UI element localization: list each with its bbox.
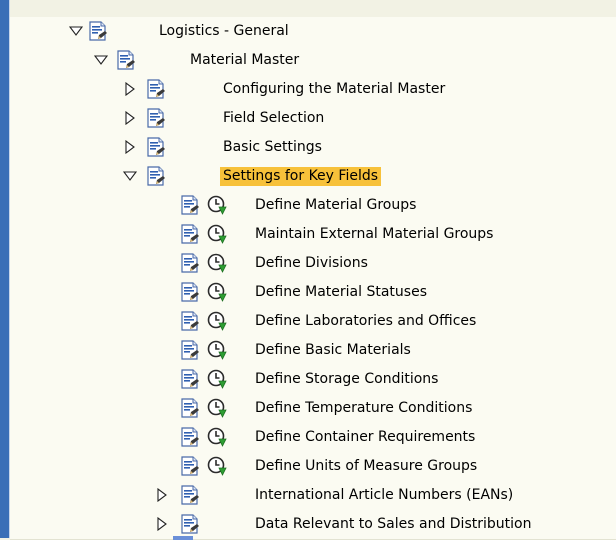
tree-node[interactable]: Define Temperature Conditions — [10, 394, 616, 423]
tree-node-label[interactable]: Field Selection — [223, 109, 324, 128]
documentation-icon[interactable] — [180, 426, 200, 448]
tree-node-label[interactable]: International Article Numbers (EANs) — [255, 486, 513, 505]
tree-node-label[interactable]: Data Relevant to Sales and Distribution — [255, 515, 531, 534]
execute-activity-icon[interactable] — [206, 252, 228, 274]
activity-label[interactable]: Define Divisions — [255, 254, 368, 273]
documentation-icon[interactable] — [146, 78, 166, 100]
tree-node[interactable]: Define Divisions — [10, 249, 616, 278]
expand-triangle-icon[interactable] — [123, 81, 137, 97]
documentation-icon[interactable] — [180, 281, 200, 303]
tree-node[interactable]: Define Units of Measure Groups — [10, 452, 616, 481]
tree-node[interactable]: Basic Settings — [10, 133, 616, 162]
activity-label[interactable]: Define Units of Measure Groups — [255, 457, 477, 476]
document-icon-partial — [173, 536, 193, 540]
tree-node[interactable]: Material Master — [10, 46, 616, 75]
documentation-icon[interactable] — [116, 49, 136, 71]
documentation-icon[interactable] — [180, 223, 200, 245]
activity-label[interactable]: Define Temperature Conditions — [255, 399, 472, 418]
execute-activity-icon[interactable] — [206, 397, 228, 419]
execute-activity-icon[interactable] — [206, 310, 228, 332]
tree-node[interactable]: Maintain External Material Groups — [10, 220, 616, 249]
tree-node[interactable]: Settings for Key Fields — [10, 162, 616, 191]
tree-node[interactable]: International Article Numbers (EANs) — [10, 481, 616, 510]
tree-node[interactable]: Configuring the Material Master — [10, 75, 616, 104]
execute-activity-icon[interactable] — [206, 223, 228, 245]
activity-label[interactable]: Maintain External Material Groups — [255, 225, 493, 244]
activity-label[interactable]: Define Material Statuses — [255, 283, 427, 302]
documentation-icon[interactable] — [180, 368, 200, 390]
activity-label[interactable]: Define Basic Materials — [255, 341, 411, 360]
documentation-icon[interactable] — [180, 397, 200, 419]
tree-node[interactable]: Define Material Statuses — [10, 278, 616, 307]
activity-label[interactable]: Define Laboratories and Offices — [255, 312, 476, 331]
tree-node-label[interactable]: Settings for Key Fields — [220, 167, 382, 186]
documentation-icon[interactable] — [146, 165, 166, 187]
tree-node-label[interactable]: Material Master — [190, 51, 299, 70]
documentation-icon[interactable] — [88, 20, 108, 42]
documentation-icon[interactable] — [146, 107, 166, 129]
execute-activity-icon[interactable] — [206, 368, 228, 390]
activity-label[interactable]: Define Storage Conditions — [255, 370, 438, 389]
tree-node[interactable]: Define Material Groups — [10, 191, 616, 220]
activity-label[interactable]: Define Container Requirements — [255, 428, 475, 447]
execute-activity-icon[interactable] — [206, 455, 228, 477]
documentation-icon[interactable] — [180, 310, 200, 332]
documentation-icon[interactable] — [180, 339, 200, 361]
documentation-icon[interactable] — [146, 136, 166, 158]
tree-node[interactable]: Data Relevant to Sales and Distribution — [10, 510, 616, 539]
collapse-triangle-icon[interactable] — [93, 53, 109, 67]
expand-triangle-icon[interactable] — [123, 110, 137, 126]
documentation-icon[interactable] — [180, 455, 200, 477]
tree-node[interactable]: Define Storage Conditions — [10, 365, 616, 394]
tree-node-label[interactable]: Configuring the Material Master — [223, 80, 445, 99]
activity-label[interactable]: Define Material Groups — [255, 196, 416, 215]
tree-node-label[interactable]: Logistics - General — [159, 22, 289, 41]
execute-activity-icon[interactable] — [206, 339, 228, 361]
expand-triangle-icon[interactable] — [155, 487, 169, 503]
documentation-icon[interactable] — [180, 252, 200, 274]
documentation-icon[interactable] — [180, 484, 200, 506]
tree-node-label[interactable]: Basic Settings — [223, 138, 322, 157]
expand-triangle-icon[interactable] — [155, 516, 169, 532]
tree-node[interactable]: Field Selection — [10, 104, 616, 133]
window-left-border — [0, 0, 9, 538]
tree-node[interactable]: Define Laboratories and Offices — [10, 307, 616, 336]
documentation-icon[interactable] — [180, 513, 200, 535]
tree-node[interactable]: Logistics - General — [10, 17, 616, 46]
execute-activity-icon[interactable] — [206, 426, 228, 448]
execute-activity-icon[interactable] — [206, 194, 228, 216]
collapse-triangle-icon[interactable] — [122, 169, 138, 183]
tree-node[interactable]: Define Container Requirements — [10, 423, 616, 452]
execute-activity-icon[interactable] — [206, 281, 228, 303]
expand-triangle-icon[interactable] — [123, 139, 137, 155]
documentation-icon[interactable] — [180, 194, 200, 216]
collapse-triangle-icon[interactable] — [68, 24, 84, 38]
tree-node[interactable]: Define Basic Materials — [10, 336, 616, 365]
